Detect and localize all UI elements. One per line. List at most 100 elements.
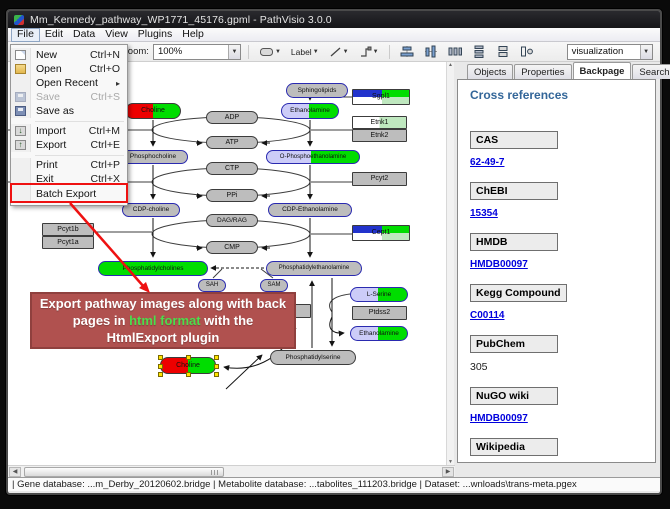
gene-node-etnk1[interactable]: Etnk1	[352, 116, 407, 129]
metabolite-node-phosphatidylserine[interactable]: Phosphatidylserine	[270, 350, 356, 365]
metabolite-node-choline[interactable]: Choline	[160, 357, 216, 374]
visualization-combobox[interactable]: visualization ▼	[567, 44, 653, 60]
canvas-vertical-scrollbar[interactable]: ▲ ▼	[446, 62, 454, 465]
metabolite-node-atp[interactable]: ATP	[206, 136, 258, 149]
menu-edit[interactable]: Edit	[40, 28, 68, 41]
metabolite-node-phosphocholine[interactable]: Phosphocholine	[118, 150, 188, 164]
metabolite-node-cmp[interactable]: CMP	[206, 241, 258, 254]
metabolite-node-sah[interactable]: SAH	[198, 279, 226, 292]
menu-view[interactable]: View	[100, 28, 133, 41]
menu-item-label: Open Recent	[31, 77, 116, 89]
metabolite-node-ethanolamine[interactable]: Ethanolamine	[350, 326, 408, 341]
align-horizontal-center-icon	[400, 45, 414, 58]
tab-search[interactable]: Search	[632, 64, 670, 79]
label-tool-button[interactable]: Label ▼	[288, 43, 322, 61]
selection-handle[interactable]	[186, 355, 191, 360]
menu-file[interactable]: File	[11, 28, 40, 42]
connector-tool-button[interactable]: ▼	[356, 43, 382, 61]
gene-node-pcyt1b[interactable]: Pcyt1b	[42, 223, 94, 236]
metabolite-node-sphingolipids[interactable]: Sphingolipids	[286, 83, 348, 98]
window-title: Mm_Kennedy_pathway_WP1771_45176.gpml - P…	[30, 14, 332, 26]
file-menu-item-import[interactable]: ↓ImportCtrl+M	[11, 124, 127, 138]
titlebar[interactable]: Mm_Kennedy_pathway_WP1771_45176.gpml - P…	[8, 11, 660, 28]
scroll-right-icon[interactable]: ▶	[442, 467, 454, 477]
metabolite-node-sam[interactable]: SAM	[260, 279, 288, 292]
tab-objects[interactable]: Objects	[467, 64, 513, 79]
icon-cell	[11, 62, 31, 76]
file-menu-item-exit[interactable]: ExitCtrl+X	[11, 172, 127, 186]
scroll-up-icon[interactable]: ▲	[448, 62, 453, 68]
tab-properties[interactable]: Properties	[514, 64, 571, 79]
file-menu-item-export[interactable]: ↑ExportCtrl+E	[11, 138, 127, 152]
gene-node-ptdss2[interactable]: Ptdss2	[352, 306, 407, 320]
menu-item-label: Exit	[31, 173, 91, 185]
datanode-tool-button[interactable]: ▼	[256, 43, 284, 61]
annotation-line2-pre: pages in	[73, 313, 129, 328]
xref-link-15354[interactable]: 15354	[470, 208, 498, 219]
scroll-left-icon[interactable]: ◀	[9, 467, 21, 477]
metabolite-node-l-serine[interactable]: L-Serine	[350, 287, 408, 302]
metabolite-node-ppi[interactable]: PPi	[206, 189, 258, 202]
new-file-icon	[15, 50, 26, 60]
zoom-combobox[interactable]: 100% ▼	[153, 44, 241, 60]
gene-node-pcyt1a[interactable]: Pcyt1a	[42, 236, 94, 249]
gene-node-sgpl1[interactable]: Sgpl1	[352, 89, 410, 105]
selection-handle[interactable]	[214, 372, 219, 377]
metabolite-node-cdp-choline[interactable]: CDP-choline	[122, 203, 180, 217]
metabolite-node-ethanolamine[interactable]: Ethanolamine	[281, 103, 339, 119]
chevron-down-icon: ▼	[343, 49, 349, 55]
file-menu-item-save-as[interactable]: Save as	[11, 104, 127, 118]
selection-handle[interactable]	[158, 364, 163, 369]
selection-handle[interactable]	[158, 355, 163, 360]
xref-link-62-49-7[interactable]: 62-49-7	[470, 157, 504, 168]
save-as-icon	[15, 106, 26, 116]
metabolite-node-phosphatidylethanolamine[interactable]: Phosphatidylethanolamine	[266, 261, 362, 276]
layout-button[interactable]	[517, 43, 537, 61]
align-horizontal-center-button[interactable]	[397, 43, 417, 61]
xref-section-hmdb: HMDBHMDB00097	[470, 232, 655, 270]
distribute-vertical-button[interactable]	[469, 43, 489, 61]
metabolite-node-o-phosphoethanolamine[interactable]: O-Phosphoethanolamine	[266, 150, 360, 164]
app-icon	[14, 15, 24, 25]
metabolite-node-ctp[interactable]: CTP	[206, 162, 258, 175]
file-menu-item-new[interactable]: NewCtrl+N	[11, 48, 127, 62]
gene-node-cept1[interactable]: Cept1	[352, 225, 410, 241]
file-menu-item-batch-export[interactable]: Batch Export	[11, 186, 127, 202]
file-menu-item-open-recent[interactable]: Open Recent▸	[11, 76, 127, 90]
side-panel-tabs: ObjectsPropertiesBackpageSearchLegend	[467, 63, 670, 79]
line-tool-button[interactable]: ▼	[326, 43, 352, 61]
label-tool-text: Label	[291, 47, 312, 57]
menu-plugins[interactable]: Plugins	[133, 28, 177, 41]
xref-link-hmdb00097[interactable]: HMDB00097	[470, 413, 528, 424]
selection-handle[interactable]	[214, 364, 219, 369]
file-menu-item-print[interactable]: PrintCtrl+P	[11, 158, 127, 172]
xref-link-hmdb00097[interactable]: HMDB00097	[470, 259, 528, 270]
menu-help[interactable]: Help	[177, 28, 209, 41]
xref-link-c00114[interactable]: C00114	[470, 310, 504, 321]
align-vertical-center-button[interactable]	[421, 43, 441, 61]
tab-backpage[interactable]: Backpage	[573, 62, 632, 79]
metabolite-node-choline[interactable]: Choline	[125, 103, 181, 119]
canvas-horizontal-scrollbar[interactable]: ◀ ▶	[8, 465, 455, 477]
file-menu-item-open[interactable]: OpenCtrl+O	[11, 62, 127, 76]
gene-node-pcyt2[interactable]: Pcyt2	[352, 172, 407, 186]
metabolite-node-adp[interactable]: ADP	[206, 111, 258, 124]
scrollbar-thumb[interactable]	[24, 467, 224, 477]
icon-cell: ↓	[11, 124, 31, 138]
backpage-panel: Cross references CAS62-49-7ChEBI15354HMD…	[457, 79, 656, 463]
selection-handle[interactable]	[158, 372, 163, 377]
menu-item-label: Batch Export	[31, 188, 127, 200]
stack-button[interactable]	[493, 43, 513, 61]
metabolite-node-cdp-ethanolamine[interactable]: CDP-Ethanolamine	[268, 203, 352, 217]
distribute-horizontal-button[interactable]	[445, 43, 465, 61]
gene-node-etnk2[interactable]: Etnk2	[352, 129, 407, 142]
selection-handle[interactable]	[186, 372, 191, 377]
metabolite-node-dag-rag[interactable]: DAG/RAG	[206, 214, 258, 227]
menu-data[interactable]: Data	[68, 28, 100, 41]
annotation-line2-post: with the	[201, 313, 254, 328]
metabolite-node-phosphatidylcholines[interactable]: Phosphatidylcholines	[98, 261, 208, 276]
xref-source-name: PubChem	[470, 335, 558, 353]
selection-handle[interactable]	[214, 355, 219, 360]
xref-source-name: CAS	[470, 131, 558, 149]
connector-icon	[359, 46, 372, 58]
